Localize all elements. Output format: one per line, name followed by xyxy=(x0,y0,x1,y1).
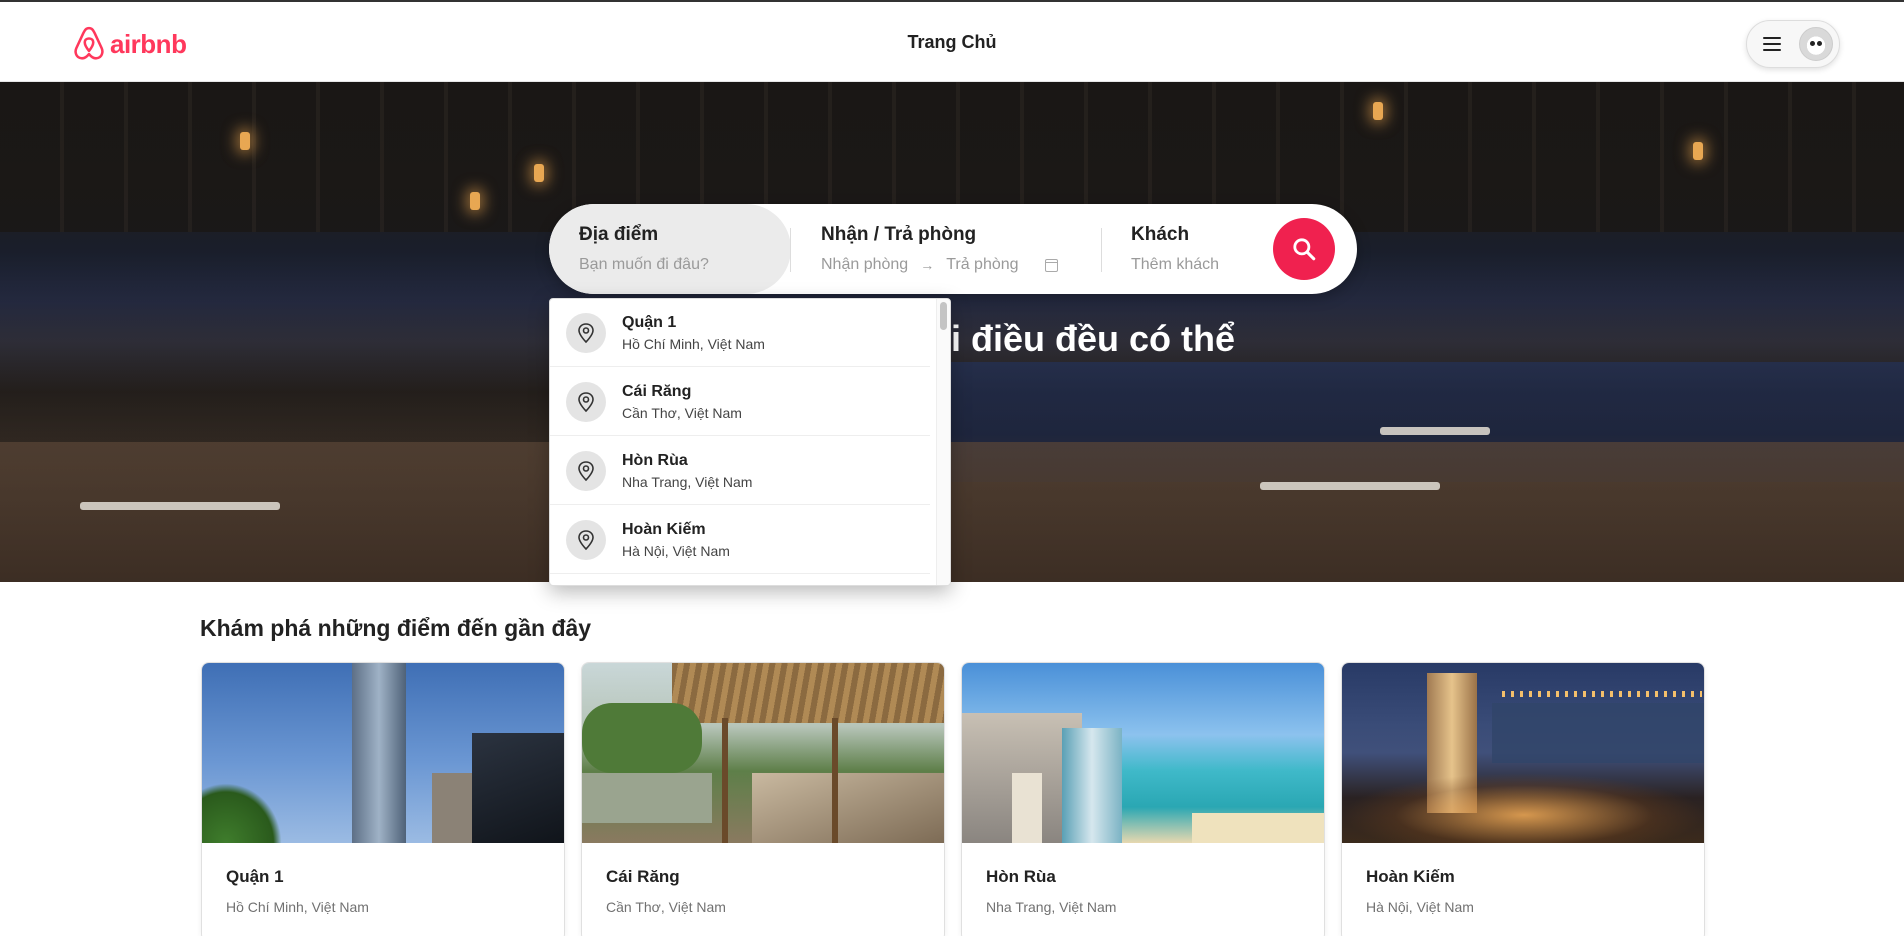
hero-table xyxy=(80,502,280,510)
hero-banner: i điều đều có thể xyxy=(0,82,1904,582)
hero-heading: i điều đều có thể xyxy=(951,318,1236,359)
hero-lamp xyxy=(1373,102,1383,120)
airbnb-logo-icon xyxy=(74,26,104,60)
guests-input[interactable]: Thêm khách xyxy=(1131,256,1261,274)
suggestion-subtitle: Hồ Chí Minh, Việt Nam xyxy=(622,335,765,352)
guests-label: Khách xyxy=(1131,224,1190,245)
dates-field[interactable]: Nhận / Trả phòng Nhận phòng → Trả phòng xyxy=(821,204,1111,294)
destination-card[interactable]: Hoàn Kiếm Hà Nội, Việt Nam xyxy=(1341,662,1705,936)
suggestion-title: Quận 1 xyxy=(622,313,677,331)
hero-background-floor xyxy=(0,442,1904,582)
location-pin-icon xyxy=(566,381,606,422)
suggestion-subtitle: Cần Thơ, Việt Nam xyxy=(622,404,742,421)
card-title: Hòn Rùa xyxy=(986,867,1056,886)
card-title: Hoàn Kiếm xyxy=(1366,867,1455,886)
arrow-right-icon: → xyxy=(920,257,935,273)
calendar-icon[interactable] xyxy=(1044,258,1058,272)
destination-card[interactable]: Quận 1 Hồ Chí Minh, Việt Nam xyxy=(201,662,565,936)
checkout-input[interactable]: Trả phòng xyxy=(946,256,1018,274)
user-avatar xyxy=(1799,27,1833,61)
suggestion-subtitle: Nha Trang, Việt Nam xyxy=(622,473,753,490)
divider xyxy=(790,228,791,272)
search-bar: Địa điểm Nhận / Trả phòng Nhận phòng → T… xyxy=(549,204,1357,294)
destination-image xyxy=(962,663,1324,843)
card-subtitle: Cần Thơ, Việt Nam xyxy=(606,899,726,915)
card-title: Cái Răng xyxy=(606,867,680,886)
location-suggestions-dropdown: Quận 1 Hồ Chí Minh, Việt Nam Cái Răng Cầ… xyxy=(549,298,951,586)
explore-section-title: Khám phá những điểm đến gần đây xyxy=(200,615,592,641)
suggestion-item[interactable]: Hòn Rùa Nha Trang, Việt Nam xyxy=(550,437,930,505)
suggestion-title: Hoàn Kiếm xyxy=(622,520,706,538)
location-input[interactable] xyxy=(579,256,779,274)
suggestion-subtitle: Hà Nội, Việt Nam xyxy=(622,542,730,559)
top-header: airbnb Trang Chủ xyxy=(0,0,1904,82)
airbnb-logo[interactable]: airbnb xyxy=(72,26,187,62)
destination-image xyxy=(582,663,944,843)
nav-title-wrap: Trang Chủ xyxy=(0,32,1904,53)
location-pin-icon xyxy=(566,312,606,353)
divider xyxy=(1101,228,1102,272)
card-subtitle: Hà Nội, Việt Nam xyxy=(1366,899,1474,915)
location-field[interactable]: Địa điểm xyxy=(549,204,791,294)
hero-table xyxy=(1260,482,1440,490)
nav-home-link[interactable]: Trang Chủ xyxy=(908,32,997,52)
destination-card[interactable]: Cái Răng Cần Thơ, Việt Nam xyxy=(581,662,945,936)
dates-label: Nhận / Trả phòng xyxy=(821,224,977,245)
hamburger-icon xyxy=(1763,37,1781,51)
location-label: Địa điểm xyxy=(579,224,659,245)
location-pin-icon xyxy=(566,450,606,491)
destination-card[interactable]: Hòn Rùa Nha Trang, Việt Nam xyxy=(961,662,1325,936)
suggestion-item[interactable]: Cái Răng Cần Thơ, Việt Nam xyxy=(550,368,930,436)
suggestion-item[interactable]: Quận 1 Hồ Chí Minh, Việt Nam xyxy=(550,299,930,367)
suggestion-title: Hòn Rùa xyxy=(622,451,688,469)
dropdown-scrollbar[interactable] xyxy=(936,299,950,585)
destination-image xyxy=(202,663,564,843)
hero-lamp xyxy=(240,132,250,150)
destination-image xyxy=(1342,663,1704,843)
guests-field[interactable]: Khách Thêm khách xyxy=(1131,204,1261,294)
suggestion-title: Cái Răng xyxy=(622,382,692,400)
card-title: Quận 1 xyxy=(226,867,284,886)
search-button[interactable] xyxy=(1273,218,1335,280)
scrollbar-thumb[interactable] xyxy=(940,302,947,330)
suggestion-item[interactable]: Hoàn Kiếm Hà Nội, Việt Nam xyxy=(550,506,930,574)
hero-table xyxy=(1380,427,1490,435)
date-range: Nhận phòng → Trả phòng xyxy=(821,256,1111,274)
checkin-input[interactable]: Nhận phòng xyxy=(821,256,908,274)
search-icon xyxy=(1293,238,1316,261)
location-pin-icon xyxy=(566,519,606,560)
card-subtitle: Hồ Chí Minh, Việt Nam xyxy=(226,899,369,915)
brand-name: airbnb xyxy=(110,28,187,59)
hero-lamp xyxy=(470,192,480,210)
user-menu-button[interactable] xyxy=(1746,20,1840,68)
hero-lamp xyxy=(1693,142,1703,160)
hero-lamp xyxy=(534,164,544,182)
card-subtitle: Nha Trang, Việt Nam xyxy=(986,899,1117,915)
